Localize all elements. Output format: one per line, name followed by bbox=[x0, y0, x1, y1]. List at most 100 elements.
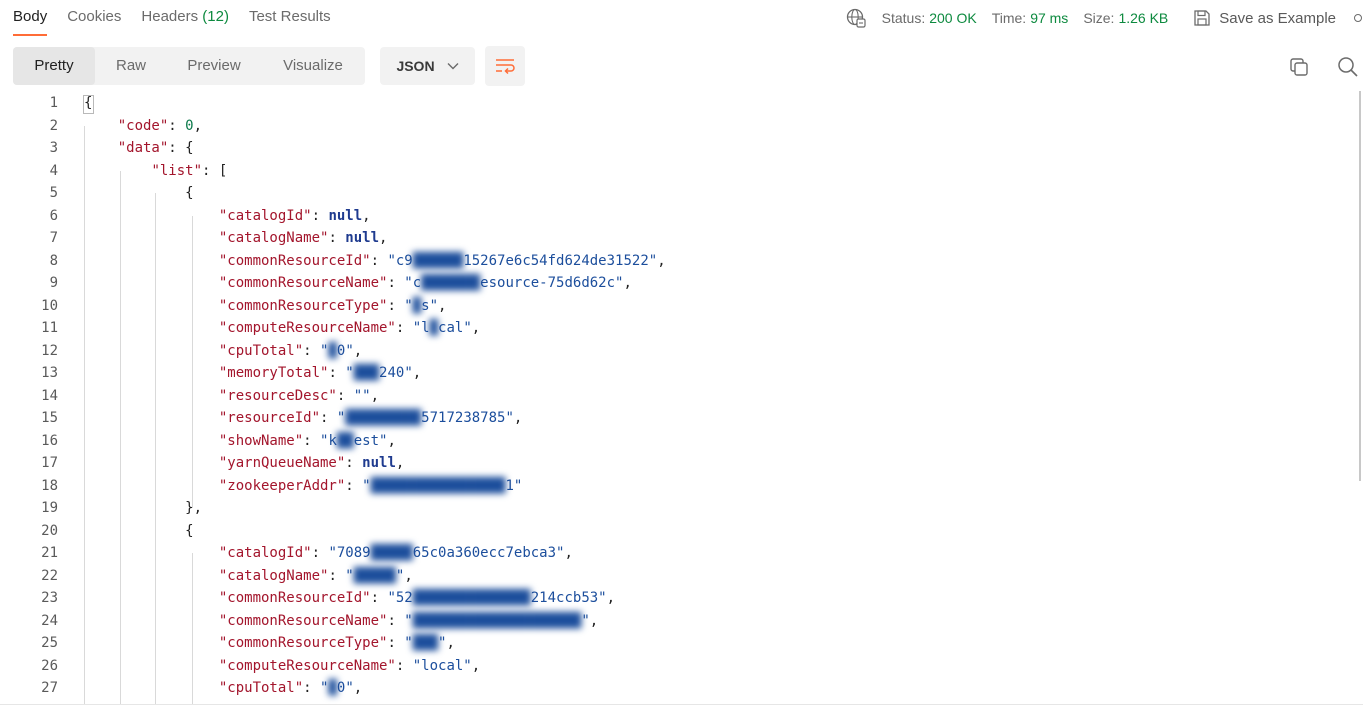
line-number: 21 bbox=[41, 545, 58, 561]
view-mode-raw[interactable]: Raw bbox=[95, 47, 167, 85]
chevron-down-icon bbox=[447, 63, 459, 70]
line-number: 10 bbox=[41, 297, 58, 314]
tab-body[interactable]: Body bbox=[13, 8, 48, 36]
line-number: 9 bbox=[49, 275, 58, 291]
indent-guide bbox=[120, 170, 121, 705]
code-text: "zookeeperAddr": "████████████████1" bbox=[218, 477, 523, 494]
code-text: "resourceId": "█████████5717238785", bbox=[218, 410, 523, 426]
code-line: 26 "computeResourceName": "local", bbox=[0, 655, 1355, 677]
code-text: "showName": "k██est", bbox=[218, 432, 396, 449]
code-text: { bbox=[84, 185, 194, 201]
code-text: "resourceDesc": "", bbox=[218, 387, 380, 404]
indent-guide bbox=[84, 125, 85, 705]
code-line: 4 "list": [ bbox=[0, 160, 1355, 182]
view-mode-selector: Pretty Raw Preview Visualize bbox=[13, 47, 365, 85]
indent-guide bbox=[192, 553, 193, 705]
line-number: 26 bbox=[41, 657, 58, 674]
code-line: 18 "zookeeperAddr": "████████████████1" bbox=[0, 475, 1355, 497]
code-line: 8 "commonResourceId": "c9██████15267e6c5… bbox=[0, 250, 1355, 272]
code-line: 25 "commonResourceType": "███", bbox=[0, 632, 1355, 654]
view-mode-visualize[interactable]: Visualize bbox=[261, 47, 365, 85]
code-line: 13 "memoryTotal": "███240", bbox=[0, 362, 1355, 384]
status-value[interactable]: 200 OK bbox=[929, 10, 976, 26]
code-text: "commonResourceType": "███", bbox=[218, 635, 455, 651]
code-line: 14 "resourceDesc": "", bbox=[0, 385, 1355, 407]
line-number: 12 bbox=[41, 342, 58, 359]
code-text: "list": [ bbox=[151, 162, 228, 179]
line-number: 1 bbox=[49, 95, 58, 111]
bottom-divider bbox=[0, 704, 1363, 705]
code-line: 10 "commonResourceType": "█s", bbox=[0, 295, 1355, 317]
save-as-example-button[interactable]: Save as Example bbox=[1193, 9, 1336, 27]
line-number: 15 bbox=[41, 410, 58, 426]
line-number: 27 bbox=[41, 680, 58, 696]
response-tabs: Body Cookies Headers (12) Test Results bbox=[13, 8, 351, 36]
tab-cookies-label: Cookies bbox=[67, 8, 122, 25]
code-line: 11 "computeResourceName": "l█cal", bbox=[0, 317, 1355, 339]
vertical-scrollbar[interactable] bbox=[1359, 91, 1361, 481]
time-value[interactable]: 97 ms bbox=[1030, 10, 1068, 26]
line-number: 8 bbox=[49, 252, 58, 269]
size-value[interactable]: 1.26 KB bbox=[1118, 10, 1168, 26]
line-number: 22 bbox=[41, 567, 58, 584]
code-line: 12 "cpuTotal": "█0", bbox=[0, 340, 1355, 362]
headers-count: (12) bbox=[202, 8, 229, 25]
code-text: "memoryTotal": "███240", bbox=[218, 365, 422, 381]
tab-cookies[interactable]: Cookies bbox=[67, 8, 121, 36]
code-text: { bbox=[84, 522, 194, 539]
tab-headers[interactable]: Headers (12) bbox=[141, 8, 229, 36]
indent-guide bbox=[192, 215, 193, 508]
code-line: 19 }, bbox=[0, 497, 1355, 519]
line-number: 18 bbox=[41, 477, 58, 494]
time-label: Time: bbox=[991, 10, 1027, 26]
code-line: 23 "commonResourceId": "52██████████████… bbox=[0, 587, 1355, 609]
code-text: "commonResourceId": "52██████████████214… bbox=[218, 590, 616, 606]
tab-headers-label: Headers bbox=[141, 8, 199, 25]
line-number: 19 bbox=[41, 500, 58, 516]
floppy-save-icon bbox=[1194, 10, 1210, 26]
code-text: "catalogId": "7089█████65c0a360ecc7ebca3… bbox=[218, 545, 573, 561]
code-line: 2 "code": 0, bbox=[0, 115, 1355, 137]
tab-body-label: Body bbox=[13, 8, 48, 25]
code-line: 16 "showName": "k██est", bbox=[0, 430, 1355, 452]
view-mode-preview[interactable]: Preview bbox=[167, 47, 261, 85]
response-meta: Status: 200 OK Time: 97 ms Size: 1.26 KB… bbox=[846, 8, 1363, 28]
code-line: 22 "catalogName": "█████", bbox=[0, 565, 1355, 587]
code-line: 1{ bbox=[0, 92, 1355, 114]
copy-icon[interactable] bbox=[1288, 56, 1310, 78]
code-text: "cpuTotal": "█0", bbox=[218, 342, 363, 359]
code-text: "catalogName": "█████", bbox=[218, 567, 413, 584]
line-number: 20 bbox=[41, 522, 58, 539]
indent-guide bbox=[155, 193, 156, 705]
code-line: 3 "data": { bbox=[0, 137, 1355, 159]
code-text: "commonResourceType": "█s", bbox=[218, 297, 447, 314]
save-as-example-label: Save as Example bbox=[1219, 9, 1336, 27]
format-label: JSON bbox=[396, 58, 435, 74]
line-number: 6 bbox=[49, 207, 58, 224]
code-text: "computeResourceName": "l█cal", bbox=[218, 320, 481, 336]
globe-network-icon[interactable] bbox=[846, 8, 866, 28]
code-text: "data": { bbox=[117, 140, 194, 156]
response-tab-bar: Body Cookies Headers (12) Test Results S… bbox=[0, 0, 1363, 36]
line-number: 11 bbox=[41, 320, 58, 336]
code-text: "yarnQueueName": null, bbox=[218, 455, 405, 471]
line-number: 24 bbox=[41, 612, 58, 629]
more-options-icon[interactable] bbox=[1354, 14, 1362, 22]
code-text: "cpuTotal": "█0", bbox=[218, 680, 363, 696]
format-dropdown[interactable]: JSON bbox=[380, 47, 475, 85]
view-mode-pretty[interactable]: Pretty bbox=[13, 47, 95, 85]
line-number: 14 bbox=[41, 387, 58, 404]
word-wrap-button[interactable] bbox=[485, 46, 525, 86]
line-number: 17 bbox=[41, 455, 58, 471]
code-text: "catalogId": null, bbox=[218, 207, 371, 224]
code-line: 7 "catalogName": null, bbox=[0, 227, 1355, 249]
body-actions bbox=[1261, 56, 1363, 78]
tab-test-results[interactable]: Test Results bbox=[249, 8, 331, 36]
line-number: 16 bbox=[41, 432, 58, 449]
response-body-editor[interactable]: 1{2 "code": 0, 3 "data": {4 "list": [5 {6… bbox=[0, 91, 1363, 705]
code-line: 27 "cpuTotal": "█0", bbox=[0, 677, 1355, 699]
line-number: 23 bbox=[41, 590, 58, 606]
search-icon[interactable] bbox=[1337, 56, 1359, 78]
tab-test-results-label: Test Results bbox=[248, 8, 331, 25]
size-label: Size: bbox=[1083, 10, 1115, 26]
